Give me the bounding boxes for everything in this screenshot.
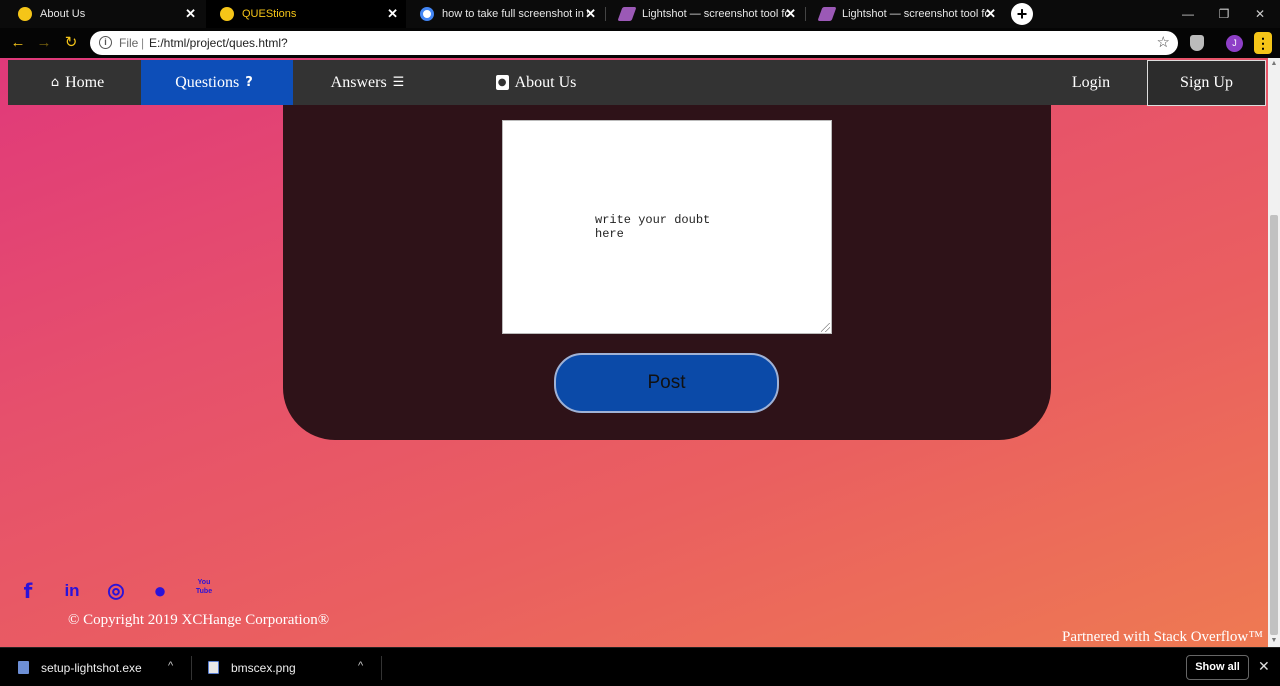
minimize-icon[interactable]: —: [1170, 0, 1206, 28]
show-all-button[interactable]: Show all: [1186, 655, 1249, 680]
address-scheme: File: [119, 36, 139, 50]
maximize-icon[interactable]: ❐: [1206, 0, 1242, 28]
nav-login-label: Login: [1071, 73, 1111, 91]
address-url[interactable]: E:/html/project/ques.html?: [149, 36, 288, 50]
bookmark-star-icon[interactable]: ☆: [1157, 33, 1170, 51]
tab-title: QUEStions: [242, 8, 297, 20]
close-icon[interactable]: ✕: [185, 6, 196, 22]
browser-toolbar: ← → ↻ i File | E:/html/project/ques.html…: [0, 28, 1280, 58]
tab-lightshot-2[interactable]: Lightshot — screenshot tool for M ✕: [806, 0, 1004, 28]
lightshot-feather-icon: [817, 7, 837, 21]
close-icon[interactable]: ✕: [585, 6, 596, 22]
lightshot-feather-icon: [617, 7, 637, 21]
scrollbar-thumb[interactable]: [1270, 215, 1278, 635]
forward-arrow-icon[interactable]: →: [33, 32, 55, 54]
nav-home-label: Home: [65, 73, 105, 91]
nav-answers[interactable]: Answers ☰: [308, 60, 433, 105]
download-filename: setup-lightshot.exe: [41, 660, 142, 675]
back-arrow-icon[interactable]: ←: [7, 32, 29, 54]
download-item-bmscex[interactable]: bmscex.png ^: [208, 648, 380, 686]
scroll-down-icon[interactable]: ▼: [1268, 636, 1280, 646]
exe-file-icon: [18, 661, 29, 674]
youtube-icon[interactable]: You Tube: [193, 578, 215, 600]
close-icon[interactable]: ✕: [387, 6, 398, 22]
facebook-icon[interactable]: f: [17, 580, 39, 602]
home-icon: ⌂: [50, 75, 60, 90]
close-icon[interactable]: ✕: [985, 6, 996, 22]
question-icon: ?: [245, 75, 253, 90]
tab-google-search[interactable]: how to take full screenshot in wir ✕: [406, 0, 604, 28]
extension-shield-icon[interactable]: [1190, 35, 1204, 51]
reload-icon[interactable]: ↻: [60, 32, 82, 54]
window-close-icon[interactable]: ✕: [1242, 0, 1278, 28]
contact-book-icon: ●: [495, 75, 509, 90]
browser-menu-icon[interactable]: ⋮: [1254, 32, 1272, 54]
tab-about-us[interactable]: About Us ✕: [4, 0, 204, 28]
linkedin-icon[interactable]: in: [61, 580, 83, 602]
page-scrollbar[interactable]: ▲ ▼: [1268, 58, 1280, 647]
address-bar[interactable]: i File | E:/html/project/ques.html? ☆: [90, 31, 1178, 55]
close-icon[interactable]: ✕: [785, 6, 796, 22]
site-navbar: ⌂ Home Questions ? Answers ☰ ● About Us …: [8, 60, 1266, 106]
instagram-icon[interactable]: ◎: [105, 580, 127, 602]
download-divider: [381, 656, 382, 680]
profile-avatar[interactable]: J: [1226, 35, 1243, 52]
new-tab-button[interactable]: +: [1011, 3, 1033, 25]
doubt-textarea[interactable]: write your doubt here: [502, 120, 832, 334]
resize-handle-icon[interactable]: [821, 323, 830, 332]
nav-questions[interactable]: Questions ?: [141, 60, 293, 105]
nav-about-label: About Us: [514, 73, 577, 91]
copyright-text: © Copyright 2019 XCHange Corporation®: [68, 612, 330, 628]
tab-title: how to take full screenshot in wir: [442, 8, 588, 20]
tab-questions[interactable]: QUEStions ✕: [206, 0, 406, 28]
post-button[interactable]: Post: [554, 353, 779, 413]
tab-title: Lightshot — screenshot tool for M: [642, 8, 788, 20]
page-viewport: ⌂ Home Questions ? Answers ☰ ● About Us …: [0, 58, 1280, 647]
list-icon: ☰: [392, 75, 405, 90]
image-file-icon: [208, 661, 219, 674]
partner-text: Partnered with Stack Overflow™: [1062, 629, 1263, 645]
nav-signup-button[interactable]: Sign Up: [1147, 60, 1266, 106]
info-icon[interactable]: i: [99, 36, 112, 49]
download-divider: [191, 656, 192, 680]
download-item-setup[interactable]: setup-lightshot.exe ^: [18, 648, 190, 686]
browser-tab-strip: About Us ✕ QUEStions ✕ how to take full …: [0, 0, 1280, 28]
download-filename: bmscex.png: [231, 660, 296, 675]
tab-title: About Us: [40, 8, 86, 20]
chevron-up-icon[interactable]: ^: [168, 660, 173, 672]
nav-home[interactable]: ⌂ Home: [8, 60, 141, 105]
nav-questions-label: Questions: [175, 73, 240, 91]
site-globe-icon: [18, 7, 32, 21]
tab-lightshot-1[interactable]: Lightshot — screenshot tool for M ✕: [606, 0, 804, 28]
nav-signup-label: Sign Up: [1180, 74, 1233, 91]
tab-title: Lightshot — screenshot tool for M: [842, 8, 988, 20]
close-icon[interactable]: ✕: [1258, 658, 1270, 675]
download-shelf: setup-lightshot.exe ^ bmscex.png ^ Show …: [0, 647, 1280, 686]
nav-about-us[interactable]: ● About Us: [463, 60, 603, 105]
chevron-up-icon[interactable]: ^: [358, 660, 363, 672]
google-icon: [420, 7, 434, 21]
reddit-icon[interactable]: ●: [149, 580, 171, 602]
scroll-up-icon[interactable]: ▲: [1268, 59, 1280, 69]
address-separator: |: [141, 36, 145, 50]
site-globe-icon: [220, 7, 234, 21]
nav-answers-label: Answers: [330, 73, 387, 91]
nav-login[interactable]: Login: [1048, 60, 1134, 105]
